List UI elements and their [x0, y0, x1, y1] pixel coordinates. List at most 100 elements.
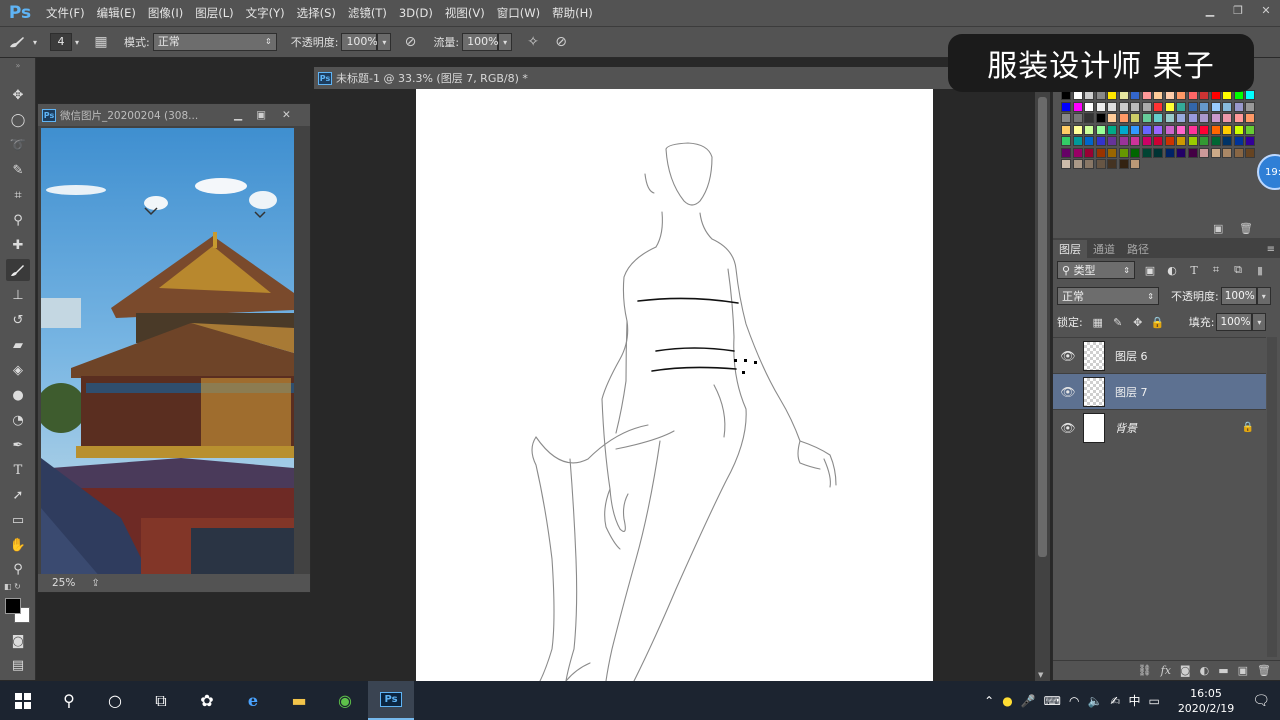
restore-icon[interactable]: ❐	[1224, 0, 1252, 20]
color-swatch[interactable]	[1199, 113, 1209, 123]
document-canvas[interactable]	[416, 89, 933, 682]
color-swatch[interactable]	[1061, 124, 1071, 135]
color-swatch[interactable]	[1210, 113, 1221, 123]
add-mask-icon[interactable]: ◙	[1180, 664, 1191, 677]
lock-all-icon[interactable]: 🔒	[1149, 313, 1167, 331]
hand-icon[interactable]: ✋	[6, 534, 30, 556]
notification-icon[interactable]: 🗨	[1252, 693, 1270, 709]
reference-photo-window[interactable]: Ps 微信图片_20200204 (308... ▁ ▣ ✕ 25% ⇪	[37, 103, 311, 593]
filter-adjustment-icon[interactable]: ◐	[1163, 261, 1181, 279]
minimize-icon[interactable]: ▁	[1196, 0, 1224, 20]
search-icon[interactable]: ⚲	[46, 681, 92, 720]
color-swatch[interactable]	[1187, 147, 1198, 158]
color-swatch[interactable]	[1245, 136, 1255, 146]
color-swatch[interactable]	[1072, 159, 1083, 169]
elliptical-marquee-icon[interactable]: ◯	[6, 109, 30, 131]
pressure-opacity-icon[interactable]: ⊘	[399, 31, 421, 53]
lasso-icon[interactable]: ➰	[6, 134, 30, 156]
fill-field[interactable]: 100%	[1216, 313, 1253, 331]
canvas-vertical-scrollbar[interactable]: ▼	[1035, 89, 1050, 681]
scrollbar-thumb[interactable]	[1038, 97, 1047, 557]
layer-style-icon[interactable]: fx	[1161, 664, 1171, 677]
tab-paths[interactable]: 路径	[1121, 240, 1155, 258]
color-swatch[interactable]	[1118, 147, 1129, 158]
color-swatch[interactable]	[1153, 147, 1163, 158]
color-swatch[interactable]	[1233, 101, 1244, 112]
tool-preset-picker[interactable]	[6, 31, 28, 53]
color-swatch[interactable]	[1095, 159, 1106, 169]
opacity-dropdown[interactable]: ▾	[377, 33, 392, 51]
color-swatch[interactable]	[1187, 136, 1198, 146]
color-swatch[interactable]	[1199, 101, 1209, 112]
color-swatch[interactable]	[1222, 124, 1232, 135]
layer-opacity-dropdown[interactable]: ▾	[1256, 287, 1271, 305]
dodge-icon[interactable]: ◔	[6, 409, 30, 431]
layer-row-7[interactable]: 👁 图层 7	[1053, 373, 1266, 409]
lock-transparent-icon[interactable]: ▦	[1089, 313, 1107, 331]
export-icon[interactable]: ⇪	[91, 578, 99, 589]
group-folder-icon[interactable]: ▬	[1218, 664, 1228, 677]
color-swatch[interactable]	[1222, 101, 1232, 112]
color-swatch[interactable]	[1095, 101, 1106, 112]
healing-brush-icon[interactable]: ✚	[6, 234, 30, 256]
type-tool-icon[interactable]: T	[6, 459, 30, 481]
menu-help[interactable]: 帮助(H)	[546, 0, 599, 26]
photo-window-titlebar[interactable]: Ps 微信图片_20200204 (308... ▁ ▣ ✕	[38, 104, 310, 126]
clone-stamp-icon[interactable]: ⊥	[6, 284, 30, 306]
color-swatch[interactable]	[1072, 101, 1083, 112]
panel-menu-icon[interactable]: ≡	[1267, 240, 1275, 258]
color-swatch[interactable]	[1210, 147, 1221, 158]
scroll-down-icon[interactable]: ▼	[1038, 671, 1043, 679]
rectangle-icon[interactable]: ▭	[6, 509, 30, 531]
color-swatch[interactable]	[1176, 147, 1186, 158]
filter-pixel-icon[interactable]: ▣	[1141, 261, 1159, 279]
color-swatch[interactable]	[1118, 159, 1129, 169]
quick-select-icon[interactable]: ✎	[6, 159, 30, 181]
color-swatch[interactable]	[1245, 101, 1255, 112]
color-swatch[interactable]	[1187, 101, 1198, 112]
color-swatch[interactable]	[1118, 113, 1129, 123]
color-swatch[interactable]	[1141, 124, 1152, 135]
volume-icon[interactable]: 🔈	[1087, 694, 1102, 708]
eye-icon[interactable]: 👁	[1053, 385, 1083, 399]
airbrush-icon[interactable]: ✧	[522, 31, 544, 53]
screen-mode-icon[interactable]: ▤	[6, 654, 30, 676]
color-swatch[interactable]	[1222, 113, 1232, 123]
brush-size-dropdown[interactable]: ▾	[72, 33, 82, 51]
color-swatch[interactable]	[1095, 113, 1106, 123]
collapse-icon[interactable]: »	[6, 60, 30, 70]
photoshop-taskbar-icon[interactable]: Ps	[368, 681, 414, 720]
color-swatch[interactable]	[1084, 113, 1094, 123]
color-swatch[interactable]	[1176, 101, 1186, 112]
color-swatch[interactable]	[1061, 113, 1071, 123]
color-swatch[interactable]	[1118, 124, 1129, 135]
mode-select[interactable]: 正常 ⇕	[152, 33, 277, 51]
color-swatch[interactable]	[1107, 159, 1117, 169]
pen-icon[interactable]: ✒	[6, 434, 30, 456]
zoom-icon[interactable]: ⚲	[6, 558, 30, 580]
color-swatch[interactable]	[1245, 124, 1255, 135]
lock-position-icon[interactable]: ✥	[1129, 313, 1147, 331]
color-swatch[interactable]	[1130, 113, 1140, 123]
color-swatch[interactable]	[1210, 101, 1221, 112]
color-swatch[interactable]	[1176, 113, 1186, 123]
color-swatch[interactable]	[1153, 136, 1163, 146]
color-swatch[interactable]	[1245, 113, 1255, 123]
link-layers-icon[interactable]: ⛓	[1138, 664, 1152, 677]
input-method-indicator[interactable]: 中	[1128, 692, 1140, 709]
quick-mask-icon[interactable]: ◙	[6, 630, 30, 652]
layers-scrollbar[interactable]	[1267, 337, 1277, 657]
windows-start-icon[interactable]	[0, 681, 46, 720]
default-colors-icon[interactable]: ◧ ↻	[4, 582, 21, 591]
color-swatch[interactable]	[1130, 124, 1140, 135]
color-swatch[interactable]	[1118, 101, 1129, 112]
color-swatch[interactable]	[1084, 101, 1094, 112]
color-swatch[interactable]	[1176, 124, 1186, 135]
brush-panel-icon[interactable]: ▦	[90, 31, 112, 53]
color-swatch[interactable]	[1141, 101, 1152, 112]
eye-icon[interactable]: 👁	[1053, 349, 1083, 363]
crop-icon[interactable]: ⌗	[6, 184, 30, 206]
fill-dropdown[interactable]: ▾	[1252, 313, 1267, 331]
lock-image-icon[interactable]: ✎	[1109, 313, 1127, 331]
color-swatch[interactable]	[1164, 136, 1175, 146]
